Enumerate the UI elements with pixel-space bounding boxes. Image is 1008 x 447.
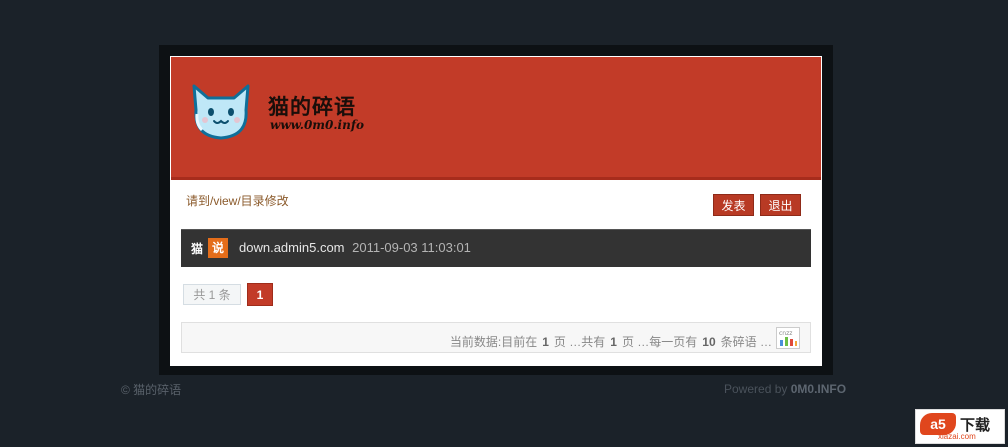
logout-button[interactable]: 退出 [760, 194, 801, 216]
watermark-logo: a5 下载 xiazai.com [915, 409, 1005, 444]
site-url: www.0m0.info [270, 118, 364, 132]
breadcrumb[interactable]: 请到/view/目录修改 [186, 192, 289, 209]
header-banner: 猫的碎语 www.0m0.info [171, 57, 821, 180]
entry-text[interactable]: down.admin5.com [239, 240, 345, 255]
entry-timestamp: 2011-09-03 11:03:01 [352, 240, 471, 255]
entry-content: down.admin5.com 2011-09-03 11:03:01 [239, 240, 471, 255]
stats-per-page: 10 [702, 335, 716, 349]
stats-per-page-label: 页 …每一页有 [621, 335, 698, 349]
footer-powered: Powered by 0M0.INFO [724, 382, 846, 396]
powered-name[interactable]: 0M0.INFO [791, 382, 846, 396]
stats-current-page: 1 [542, 335, 549, 349]
pager-page-1[interactable]: 1 [247, 283, 273, 306]
stats-total-pages: 1 [610, 335, 617, 349]
footer-copyright: © 猫的碎语 [121, 383, 182, 397]
cat-logo-icon [192, 84, 250, 140]
stats-bar: 当前数据:目前在 1 页 …共有 1 页 …每一页有 10 条碎语 … cnzz [181, 322, 811, 353]
stats-suffix: 条碎语 … [720, 335, 772, 349]
pager-total: 共 1 条 [183, 284, 241, 305]
stats-prefix: 当前数据:目前在 [449, 335, 538, 349]
site-title: 猫的碎语 [268, 95, 356, 119]
cnzz-stats-icon[interactable]: cnzz [776, 327, 800, 349]
post-button[interactable]: 发表 [713, 194, 754, 216]
entry-badge: 说 [208, 238, 228, 258]
stats-page-label: 页 …共有 [553, 335, 606, 349]
svg-text:cnzz: cnzz [779, 330, 792, 337]
entry-category: 猫 [191, 242, 204, 256]
list-item: 猫 说 down.admin5.com 2011-09-03 11:03:01 [181, 229, 811, 267]
powered-prefix: Powered by [724, 382, 788, 396]
stats-text: 当前数据:目前在 1 页 …共有 1 页 …每一页有 10 条碎语 … [450, 333, 772, 350]
watermark-sub: xiazai.com [938, 432, 976, 441]
